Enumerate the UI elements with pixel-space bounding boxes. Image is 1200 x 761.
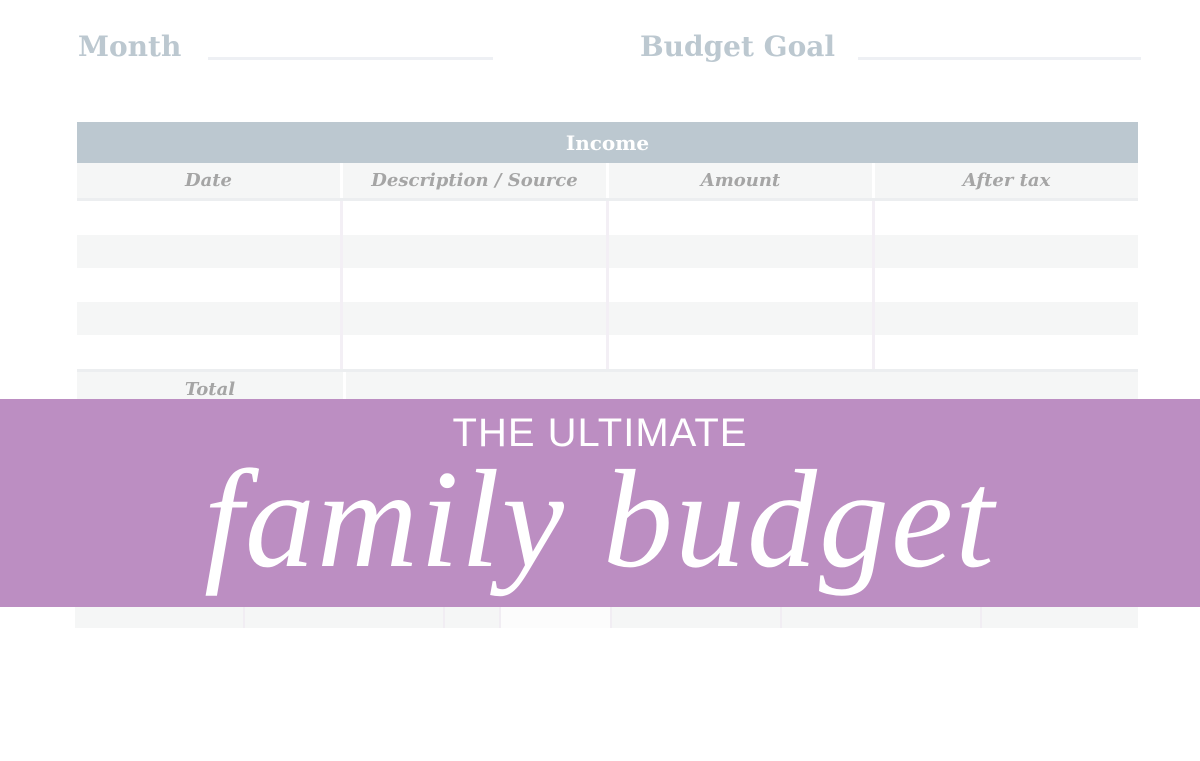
table-row (77, 234, 1138, 268)
table-row (77, 335, 1138, 369)
budget-goal-line (858, 57, 1141, 60)
month-label: Month (78, 30, 182, 63)
income-table: Income Date Description / Source Amount … (77, 122, 1138, 408)
column-header-after-tax: After tax (962, 170, 1051, 191)
banner-title: family budget printables (204, 442, 996, 758)
table-row (77, 301, 1138, 335)
column-header-date: Date (77, 163, 343, 198)
next-table-strip (75, 607, 1139, 628)
income-table-title: Income (77, 122, 1138, 163)
budget-goal-label: Budget Goal (640, 30, 836, 63)
table-row (77, 268, 1138, 302)
column-header-amount: Amount (609, 163, 875, 198)
column-headers: Date Description / Source Amount After t… (77, 163, 1138, 201)
title-banner: THE ULTIMATE family budget printables (0, 399, 1200, 758)
table-row (77, 201, 1138, 235)
month-line (208, 57, 493, 60)
column-header-description: Description / Source (343, 163, 609, 198)
